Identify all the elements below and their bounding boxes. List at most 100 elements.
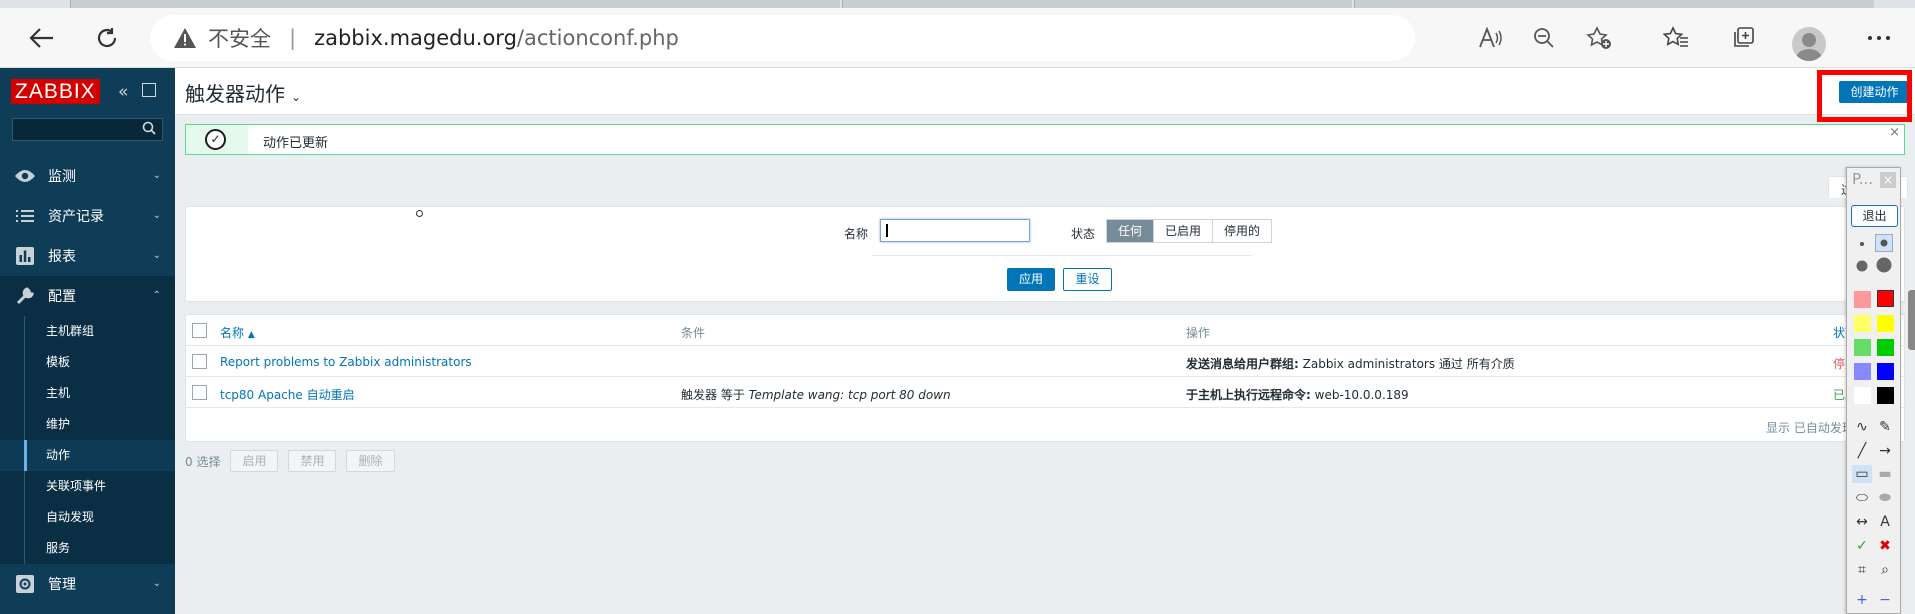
status-option-any[interactable]: 任何 [1107,220,1155,242]
rectangle-icon[interactable]: ▭ [1852,465,1872,483]
filter-status-label: 状态 [1071,227,1096,241]
large-dot-icon[interactable] [1853,257,1871,275]
close-icon[interactable]: × [1889,125,1900,140]
medium-dot-icon[interactable] [1875,234,1893,252]
xlarge-dot-icon[interactable] [1875,256,1893,274]
browser-toolbar: 不安全 | zabbix.magedu.org /actionconf.php [0,8,1915,68]
bulk-enable-button[interactable]: 启用 [230,450,279,472]
filter-name-input[interactable] [880,219,1030,242]
color-swatch[interactable] [1854,291,1871,308]
crop-icon[interactable]: ⌗ [1852,561,1872,579]
freehand-icon[interactable]: ∿ [1852,418,1872,436]
status-radio-group: 任何 已启用 停用的 [1106,219,1273,243]
color-swatch[interactable] [1854,363,1871,380]
address-bar[interactable]: 不安全 | zabbix.magedu.org /actionconf.php [150,15,1415,61]
color-swatch[interactable] [1854,339,1871,356]
small-dot-icon[interactable] [1853,235,1871,253]
select-all-checkbox[interactable] [192,323,207,338]
menu-configuration[interactable]: 配置 ⌃ [0,276,175,316]
submenu-templates[interactable]: 模板 [0,347,175,378]
favorites-icon[interactable] [1662,24,1690,52]
profile-avatar[interactable] [1792,27,1826,61]
color-swatch[interactable] [1854,315,1871,332]
minus-icon[interactable]: − [1875,591,1895,609]
submenu-hosts[interactable]: 主机 [0,378,175,409]
submenu-discovery[interactable]: 自动发现 [0,502,175,533]
menu-label: 配置 [48,289,76,305]
chevron-down-icon: ⌄ [152,210,161,221]
operation-detail: web-10.0.0.189 [1310,388,1409,402]
arrow-icon[interactable]: → [1875,442,1895,460]
action-name-link[interactable]: tcp80 Apache 自动重启 [220,386,355,403]
check-icon: ✓ [205,129,226,150]
submenu-services[interactable]: 服务 [0,533,175,564]
filled-ellipse-icon[interactable]: ⬬ [1875,489,1895,507]
status-option-enabled[interactable]: 已启用 [1154,220,1214,242]
palette-grip-handle[interactable] [1908,290,1915,350]
cross-mark-icon[interactable]: ✖ [1875,537,1895,555]
submenu-host-groups[interactable]: 主机群组 [0,316,175,347]
security-label[interactable]: 不安全 [208,23,271,53]
kiosk-mode-icon[interactable] [142,83,156,97]
column-name[interactable]: 名称 ▲ [220,324,255,341]
zabbix-logo[interactable]: ZABBIX [11,79,100,104]
search-icon[interactable] [142,121,158,137]
color-swatch[interactable] [1877,363,1894,380]
filter-name-label: 名称 [844,227,869,241]
zoom-icon[interactable]: ⌕ [1875,561,1895,579]
back-icon[interactable] [26,22,58,54]
check-mark-icon[interactable]: ✓ [1852,537,1872,555]
browser-tab[interactable] [1354,0,1874,8]
color-swatch[interactable] [1877,315,1894,332]
color-swatch[interactable] [1877,290,1894,307]
actions-table: 名称 ▲ 条件 操作 状态 Report problems to Zabbix … [185,314,1906,442]
url-path: /actionconf.php [516,26,679,50]
reset-button[interactable]: 重设 [1063,268,1112,291]
text-icon[interactable]: A [1875,513,1895,531]
double-arrow-icon[interactable]: ↔ [1852,513,1872,531]
plus-icon[interactable]: + [1852,591,1872,609]
logo-row: ZABBIX « [0,68,175,118]
eraser-icon[interactable]: ✎ [1875,418,1895,436]
color-swatch[interactable] [1877,387,1894,404]
bulk-delete-button[interactable]: 删除 [346,450,395,472]
browser-tab[interactable] [842,0,1352,8]
read-aloud-icon[interactable] [1476,24,1504,52]
color-swatch[interactable] [1854,387,1871,404]
menu-inventory[interactable]: 资产记录 ⌄ [0,196,175,236]
bulk-disable-button[interactable]: 禁用 [288,450,337,472]
filled-rectangle-icon[interactable]: ▬ [1875,465,1895,483]
operation-detail: Zabbix administrators 通过 所有介质 [1298,357,1515,371]
submenu-actions[interactable]: 动作 [0,440,175,471]
collapse-sidebar-icon[interactable]: « [118,82,128,102]
add-favorite-icon[interactable] [1585,24,1613,52]
sidebar-search-input[interactable] [12,118,163,141]
menu-administration[interactable]: 管理 ⌄ [0,564,175,604]
menu-monitoring[interactable]: 监测 ⌄ [0,156,175,196]
line-icon[interactable]: ╱ [1852,442,1872,460]
row-checkbox[interactable] [192,354,207,369]
condition-trigger: Template wang: tcp port 80 down [748,388,951,402]
action-operations: 发送消息给用户群组: Zabbix administrators 通过 所有介质 [1186,355,1515,372]
row-checkbox[interactable] [192,385,207,400]
palette-exit-button[interactable]: 退出 [1851,205,1898,227]
browser-tab[interactable] [70,0,840,8]
status-option-disabled[interactable]: 停用的 [1213,220,1272,242]
more-icon[interactable] [1865,24,1893,52]
refresh-icon[interactable] [91,22,123,54]
close-icon[interactable]: × [1880,172,1896,188]
ellipse-icon[interactable]: ⬭ [1852,489,1872,507]
color-swatch[interactable] [1877,339,1894,356]
submenu-event-correlation[interactable]: 关联项事件 [0,471,175,502]
chevron-down-icon: ⌄ [152,578,161,589]
warning-icon[interactable] [172,25,198,51]
menu-reports[interactable]: 报表 ⌄ [0,236,175,276]
submenu-maintenance[interactable]: 维护 [0,409,175,440]
collections-icon[interactable] [1729,24,1757,52]
browser-tab-strip [0,0,1915,8]
zoom-out-icon[interactable] [1530,24,1558,52]
main-menu: 监测 ⌄ 资产记录 ⌄ 报表 ⌄ 配置 ⌃ 主机群组 模板 主机 维护 动作 关… [0,156,175,604]
apply-button[interactable]: 应用 [1007,268,1055,291]
action-name-link[interactable]: Report problems to Zabbix administrators [220,355,472,369]
page-title[interactable]: 触发器动作 ⌄ [185,78,301,107]
